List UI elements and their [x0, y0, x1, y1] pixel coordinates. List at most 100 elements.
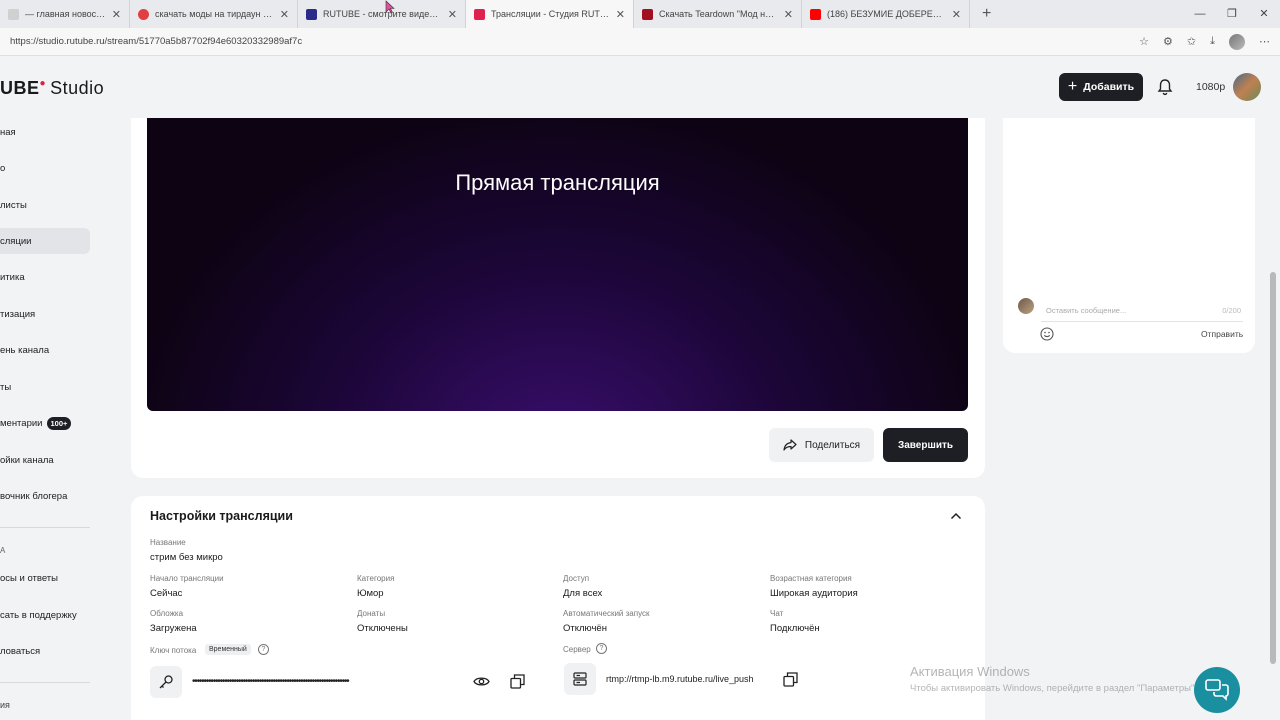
video-preview[interactable]: Прямая трансляция — [147, 118, 968, 411]
extensions-icon[interactable]: ⚙ — [1163, 35, 1173, 48]
favorites-icon[interactable]: ✩ — [1187, 35, 1196, 48]
access-value: Для всех — [563, 588, 603, 599]
tab-close-icon[interactable]: ✕ — [952, 8, 961, 21]
key-field-icon-box — [150, 666, 182, 698]
sidebar-item-monetization[interactable]: тизация — [0, 301, 90, 327]
browser-tab-2[interactable]: скачать моды на тирдаун реали... ✕ — [130, 0, 298, 28]
start-label: Начало трансляции — [150, 574, 224, 583]
sidebar-item-label: о — [0, 162, 6, 174]
url-field[interactable]: https://studio.rutube.ru/stream/51770a5b… — [10, 36, 1139, 47]
sidebar-item-label: тизация — [0, 308, 36, 320]
tab-title: Трансляции - Студия RUTUBE — [491, 9, 610, 19]
browser-tab-5[interactable]: Скачать Teardown "Мод на nextb... ✕ — [634, 0, 802, 28]
donations-label: Донаты — [357, 609, 386, 618]
sidebar-item-analytics[interactable]: итика — [0, 264, 90, 290]
sidebar-item-label: сать в поддержку — [0, 609, 77, 621]
cover-label: Обложка — [150, 609, 184, 618]
tab-favicon-icon — [642, 8, 653, 20]
sidebar-item-playlists[interactable]: листы — [0, 192, 90, 218]
favorite-star-icon[interactable]: ☆ — [1139, 35, 1149, 48]
help-icon[interactable]: ? — [596, 643, 607, 654]
window-controls: — ❐ ✕ — [1184, 0, 1280, 28]
bell-icon[interactable] — [1156, 78, 1174, 96]
tab-favicon-icon — [810, 8, 821, 20]
temporary-key-badge: Временный — [205, 644, 251, 655]
donations-value: Отключены — [357, 623, 408, 634]
video-title: Прямая трансляция — [455, 170, 660, 195]
sidebar-bottom-label: ия — [0, 700, 10, 710]
end-stream-button[interactable]: Завершить — [883, 428, 968, 462]
scrollbar-thumb[interactable] — [1270, 272, 1276, 664]
help-icon[interactable]: ? — [258, 644, 269, 655]
sidebar-item-label: ень канала — [0, 344, 50, 356]
sidebar-item-video[interactable]: о — [0, 155, 90, 181]
user-avatar[interactable] — [1233, 73, 1261, 101]
sidebar-item-label: ная — [0, 126, 16, 138]
plus-icon: + — [1067, 78, 1078, 95]
profile-icon[interactable] — [1229, 33, 1245, 50]
chat-bubbles-icon — [1205, 679, 1229, 701]
emoji-icon[interactable] — [1040, 327, 1054, 341]
share-icon — [783, 439, 797, 451]
settings-title: Настройки трансляции — [150, 509, 293, 523]
sidebar-section-label: А — [0, 546, 6, 555]
support-chat-button[interactable] — [1194, 667, 1240, 713]
close-window-icon[interactable]: ✕ — [1248, 0, 1280, 28]
share-button-label: Поделиться — [804, 439, 861, 451]
chat-char-counter: 0/200 — [1222, 306, 1241, 315]
eye-icon[interactable] — [473, 675, 490, 688]
restore-icon[interactable]: ❐ — [1216, 0, 1248, 28]
comments-count-badge: 100+ — [46, 416, 72, 430]
category-value: Юмор — [357, 588, 384, 599]
sidebar-item-label: ментарии — [0, 417, 43, 429]
minimize-icon[interactable]: — — [1184, 0, 1216, 28]
chat-value: Подключён — [770, 623, 820, 634]
browser-tab-3[interactable]: RUTUBE - смотрите видео онлай... ✕ — [298, 0, 466, 28]
rutube-studio-logo[interactable]: UBE● Studio — [0, 78, 104, 99]
chat-message-input[interactable]: Оставить сообщение... 0/200 — [1041, 300, 1243, 322]
share-button[interactable]: Поделиться — [769, 428, 874, 462]
sidebar-item-streams[interactable]: сляции — [0, 228, 90, 254]
sidebar-item-write-support[interactable]: сать в поддержку — [0, 602, 90, 628]
sidebar-item-label: осы и ответы — [0, 572, 58, 584]
sidebar-item-complain[interactable]: ловаться — [0, 638, 90, 664]
address-bar: https://studio.rutube.ru/stream/51770a5b… — [0, 28, 1280, 56]
logo-studio: Studio — [50, 78, 105, 98]
browser-tab-strip: — главная новостная инф... ✕ скачать мод… — [0, 0, 1280, 28]
sidebar-item-channel-level[interactable]: ень канала — [0, 337, 90, 363]
access-label: Доступ — [563, 574, 590, 583]
send-button[interactable]: Отправить — [1201, 329, 1243, 339]
browser-tab-6[interactable]: (186) БЕЗУМИЕ ДОБЕРЕТСЯ ДО К... ✕ — [802, 0, 970, 28]
sidebar-item-reports[interactable]: ты — [0, 374, 90, 400]
new-tab-icon[interactable]: + — [982, 5, 991, 23]
tab-close-icon[interactable]: ✕ — [280, 8, 289, 21]
sidebar-item-main[interactable]: ная — [0, 119, 90, 145]
server-field-icon-box — [564, 663, 596, 695]
quality-label[interactable]: 1080p — [1196, 81, 1225, 93]
windows-activation-hint: Чтобы активировать Windows, перейдите в … — [910, 683, 1197, 694]
tab-close-icon[interactable]: ✕ — [448, 8, 457, 21]
add-button[interactable]: + Добавить — [1059, 73, 1143, 101]
server-icon — [573, 672, 587, 686]
downloads-icon[interactable]: ⤓ — [1210, 35, 1215, 48]
key-icon — [159, 675, 173, 689]
tab-title: Скачать Teardown "Мод на nextb... — [659, 9, 778, 19]
copy-icon[interactable] — [510, 674, 525, 689]
sidebar-item-blogger-guide[interactable]: вочник блогера — [0, 483, 90, 509]
more-menu-icon[interactable]: ⋯ — [1259, 35, 1270, 48]
tab-close-icon[interactable]: ✕ — [784, 8, 793, 21]
chevron-up-icon[interactable] — [950, 511, 962, 521]
tab-close-icon[interactable]: ✕ — [112, 8, 121, 21]
name-label: Название — [150, 538, 186, 547]
tab-close-icon[interactable]: ✕ — [616, 8, 625, 21]
age-category-value: Широкая аудитория — [770, 588, 858, 599]
copy-icon[interactable] — [783, 672, 798, 687]
sidebar-divider — [0, 527, 90, 528]
tab-favicon-icon — [8, 8, 19, 20]
browser-tab-1[interactable]: — главная новостная инф... ✕ — [0, 0, 130, 28]
sidebar-item-channel-settings[interactable]: ойки канала — [0, 447, 90, 473]
sidebar-item-comments[interactable]: ментарии 100+ — [0, 410, 90, 436]
browser-tab-4-active[interactable]: Трансляции - Студия RUTUBE ✕ — [466, 0, 634, 28]
age-category-label: Возрастная категория — [770, 574, 852, 583]
sidebar-item-faq[interactable]: осы и ответы — [0, 565, 90, 591]
